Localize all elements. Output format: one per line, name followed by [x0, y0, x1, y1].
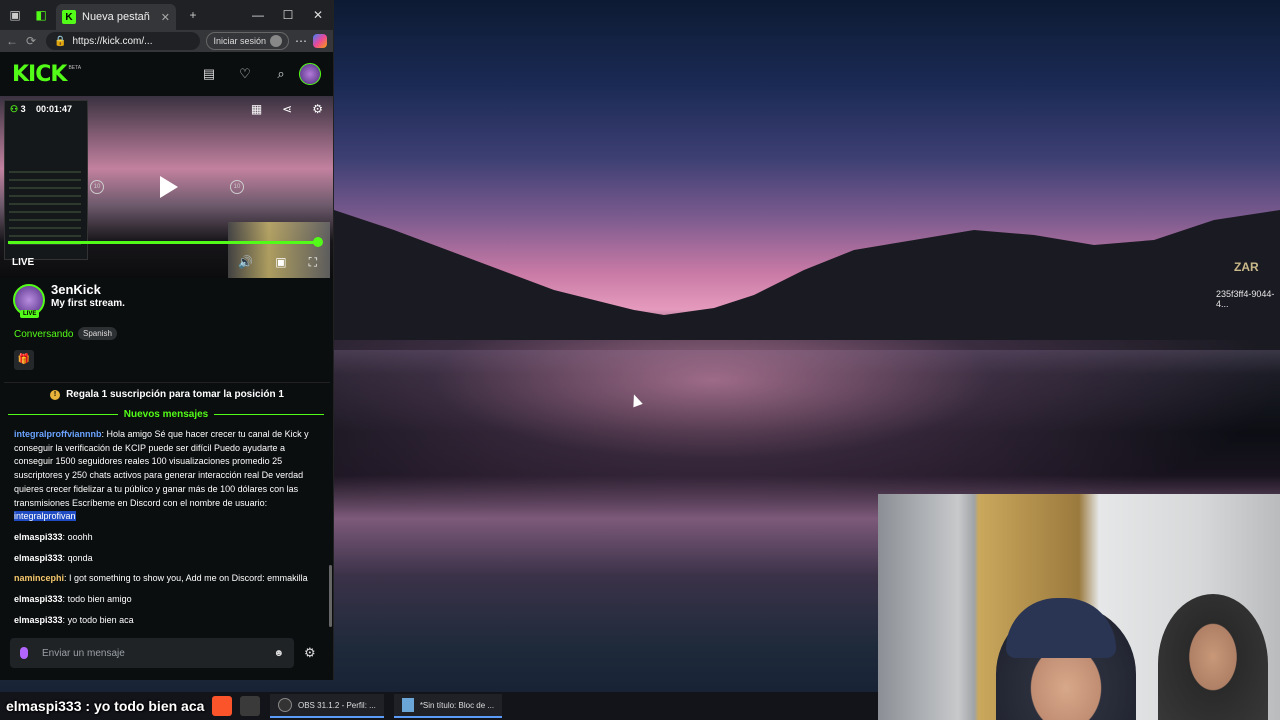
app-icon[interactable] [240, 696, 260, 716]
chat-text: Hola amigo Sé que hacer crecer tu canal … [14, 429, 309, 508]
emoji-icon[interactable]: ☻ [273, 648, 284, 659]
stream-preview-thumbnail [4, 100, 88, 260]
chat-username[interactable]: elmaspi333 [14, 615, 63, 625]
chat-scrollbar[interactable] [329, 565, 332, 627]
more-menu-icon[interactable]: ⋯ [295, 34, 307, 48]
chat-messages: integralproffviannnb: Hola amigo Sé que … [14, 428, 322, 634]
heart-icon[interactable]: ♡ [227, 66, 263, 82]
chat-settings-icon[interactable]: ⚙ [304, 645, 316, 661]
taskbar-notepad[interactable]: *Sin título: Bloc de ... [393, 694, 503, 718]
webcam-overlay [878, 494, 1280, 720]
chat-message: elmaspi333: ooohh [14, 531, 93, 542]
chat-username[interactable]: integralproffviannnb [14, 429, 102, 439]
channel-info: LIVE 3enKick My first stream. Conversand… [0, 278, 333, 370]
obs-icon [278, 698, 292, 712]
fullscreen-icon[interactable]: ⛶ [309, 255, 317, 270]
live-badge: LIVE [20, 310, 40, 318]
signin-label: Iniciar sesión [213, 36, 266, 46]
chat-text: todo bien amigo [67, 594, 132, 605]
new-messages-divider: Nuevos mensajes [8, 407, 324, 421]
gift-sub-banner[interactable]: ! Regala 1 suscripción para tomar la pos… [4, 382, 330, 406]
chat-input[interactable] [42, 647, 274, 659]
gift-banner-text: Regala 1 suscripción para tomar la posic… [66, 389, 284, 400]
tab-actions-icon[interactable]: ▣ [4, 4, 26, 26]
back-icon[interactable]: ← [6, 34, 26, 48]
stream-timer: 00:01:47 [36, 104, 73, 114]
share-icon[interactable]: ⋖ [282, 102, 292, 116]
chat-text: ooohh [67, 531, 93, 542]
gift-icon[interactable]: 🎁 [14, 350, 34, 370]
progress-handle[interactable] [313, 237, 323, 247]
zar-logo: ZAR [1234, 260, 1259, 274]
taskbar: elmaspi333 : yo todo bien aca OBS 31.1.2… [0, 692, 878, 720]
chat-username[interactable]: namincephi [14, 573, 64, 583]
chat-overlay-text: elmaspi333 : yo todo bien aca [6, 698, 205, 714]
minimize-icon[interactable]: — [243, 8, 273, 22]
kick-favicon-icon: K [62, 10, 76, 24]
chat-message: integralproffviannnb: Hola amigo Sé que … [14, 429, 309, 522]
taskbar-obs[interactable]: OBS 31.1.2 - Perfil: ... [270, 694, 384, 718]
new-tab-icon[interactable]: + [182, 4, 204, 26]
cap [1006, 598, 1116, 658]
brave-icon[interactable] [212, 696, 232, 716]
chat-text: qonda [67, 552, 93, 563]
kick-logo[interactable]: KICK [12, 62, 67, 87]
browser-window: ▣ ◧ K Nueva pestañ ✕ + — ☐ ✕ ← ⟳ 🔒 https… [0, 0, 334, 680]
clip-icon[interactable]: ▦ [251, 102, 262, 116]
profile-icon [270, 35, 282, 47]
settings-gear-icon[interactable]: ⚙ [312, 102, 323, 116]
close-tab-icon[interactable]: ✕ [161, 11, 170, 24]
progress-bar[interactable] [8, 241, 318, 244]
following-icon[interactable]: ▤ [191, 66, 227, 82]
chat-username[interactable]: elmaspi333 [14, 553, 63, 563]
url-text: https://kick.com/... [72, 35, 153, 47]
channel-name[interactable]: 3enKick [51, 282, 101, 297]
chat-text: I got something to show you, Add me on D… [69, 573, 308, 584]
live-indicator: LIVE [12, 257, 35, 268]
chat-message: elmaspi333: todo bien amigo [14, 594, 132, 605]
kick-header: KICK BETA ▤ ♡ ⌕ [0, 52, 333, 96]
volume-icon[interactable]: 🔊 [238, 255, 253, 270]
copilot-icon[interactable] [313, 34, 327, 48]
chat-message: elmaspi333: yo todo bien aca [14, 614, 134, 625]
theater-mode-icon[interactable]: ▣ [275, 255, 286, 270]
extension-tab-icon[interactable]: ◧ [30, 4, 52, 26]
tab-bar: ▣ ◧ K Nueva pestañ ✕ + — ☐ ✕ [0, 0, 333, 30]
notepad-icon [401, 698, 414, 712]
address-bar: ← ⟳ 🔒 https://kick.com/... Iniciar sesió… [0, 30, 333, 52]
stream-title: My first stream. [51, 298, 125, 309]
beta-label: BETA [68, 65, 82, 71]
chat-input-box[interactable]: ☻ [10, 638, 294, 668]
category-link[interactable]: Conversando [14, 329, 73, 340]
video-player[interactable]: ⚇ 3 00:01:47 ▦ ⋖ ⚙ 10 10 LIVE 🔊 ▣ ⛶ [0, 96, 333, 278]
language-tag[interactable]: Spanish [78, 327, 117, 340]
refresh-icon[interactable]: ⟳ [26, 34, 46, 48]
chat-highlighted-text: integralprofivan [14, 511, 76, 522]
chat-message: namincephi: I got something to show you,… [14, 573, 308, 584]
tab-title: Nueva pestañ [82, 11, 150, 23]
signin-button[interactable]: Iniciar sesión [206, 32, 289, 50]
maximize-icon[interactable]: ☐ [273, 8, 303, 22]
mic-icon[interactable] [20, 647, 28, 659]
close-window-icon[interactable]: ✕ [303, 8, 333, 22]
rewind-10-icon[interactable]: 10 [90, 180, 104, 194]
viewer-count: ⚇ 3 [10, 104, 26, 114]
search-icon[interactable]: ⌕ [263, 66, 299, 82]
forward-10-icon[interactable]: 10 [230, 180, 244, 194]
user-avatar[interactable] [299, 63, 321, 85]
chat-text: yo todo bien aca [67, 614, 134, 625]
viewers-icon: ⚇ [10, 104, 19, 114]
lock-icon: 🔒 [54, 35, 67, 47]
tab-kick[interactable]: K Nueva pestañ ✕ [56, 4, 176, 30]
chat-username[interactable]: elmaspi333 [14, 532, 63, 542]
chat-username[interactable]: elmaspi333 [14, 594, 63, 604]
chat-message: elmaspi333: qonda [14, 552, 93, 563]
person-right [1158, 594, 1268, 720]
url-field[interactable]: 🔒 https://kick.com/... [46, 32, 201, 50]
play-icon[interactable] [160, 176, 178, 198]
coin-icon: ! [50, 389, 61, 400]
mountain-silhouette [334, 210, 1280, 350]
session-id-text: 235f3ff4-9044-4... [1216, 289, 1275, 309]
